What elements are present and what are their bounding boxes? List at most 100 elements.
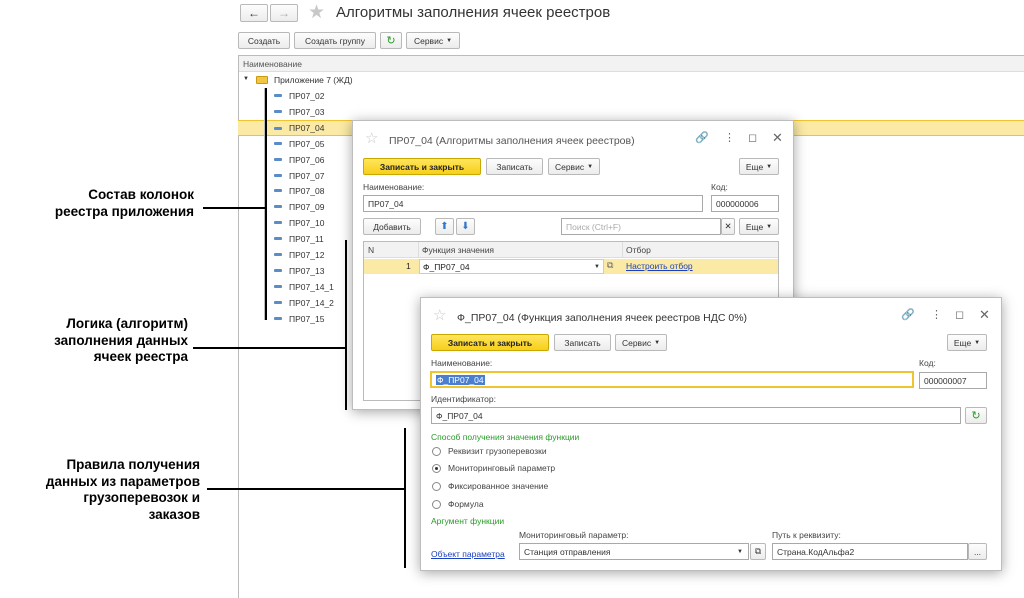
list-item-label: ПР07_14_2: [289, 297, 334, 308]
arrow-down-icon: ⬇: [461, 221, 470, 232]
ellipsis-icon: ...: [973, 546, 982, 557]
move-down-button[interactable]: ⬇: [456, 218, 475, 235]
radio-transport-attribute[interactable]: [432, 447, 441, 456]
parameter-object-link[interactable]: Объект параметра: [431, 549, 505, 559]
link-icon[interactable]: 🔗: [901, 308, 915, 321]
list-item-label: ПР07_14_1: [289, 281, 334, 292]
refresh-button[interactable]: ↻: [380, 32, 402, 49]
chevron-down-icon: ▼: [587, 163, 594, 170]
open-icon[interactable]: ⧉: [607, 260, 613, 271]
col-filter[interactable]: Отбор: [626, 245, 651, 255]
path-select-button[interactable]: ...: [968, 543, 987, 560]
chevron-down-icon[interactable]: ▼: [737, 549, 743, 555]
name-field[interactable]: ПР07_04: [363, 195, 703, 212]
close-icon[interactable]: ✕: [979, 307, 990, 323]
save-button[interactable]: Записать: [554, 334, 611, 351]
chevron-down-icon[interactable]: ▼: [594, 264, 600, 270]
dialog-function: ☆ Ф_ПР07_04 (Функция заполнения ячеек ре…: [420, 297, 1002, 571]
name-field[interactable]: Ф_ПР07_04: [430, 371, 914, 388]
favorite-star-icon[interactable]: ☆: [365, 129, 378, 147]
open-parameter-button[interactable]: ⧉: [750, 543, 766, 560]
more-vertical-icon[interactable]: ⋮: [724, 131, 735, 144]
maximize-icon[interactable]: ◻: [748, 131, 757, 144]
arrow-left-icon: ←: [248, 6, 260, 20]
caption-rules-line: [207, 488, 406, 490]
item-marker-icon: [274, 189, 282, 193]
service-menu-button[interactable]: Сервис ▼: [548, 158, 600, 175]
favorite-star-icon[interactable]: ☆: [433, 306, 446, 324]
back-button[interactable]: ←: [240, 4, 268, 22]
forward-button[interactable]: →: [270, 4, 298, 22]
search-input[interactable]: Поиск (Ctrl+F): [561, 218, 721, 235]
item-marker-icon: [274, 173, 282, 177]
dialog-title: ПР07_04 (Алгоритмы заполнения ячеек реес…: [389, 135, 635, 147]
col-n[interactable]: N: [368, 245, 374, 255]
radio-fixed-value[interactable]: [432, 482, 441, 491]
link-icon[interactable]: 🔗: [695, 131, 709, 144]
list-item[interactable]: ПР07_03: [238, 104, 1024, 120]
item-marker-icon: [274, 157, 282, 161]
tree-group-row[interactable]: ▼ Приложение 7 (ЖД): [238, 72, 1024, 88]
caption-columns-bracket: [265, 88, 267, 320]
regenerate-button[interactable]: ↻: [965, 407, 987, 424]
function-cell[interactable]: Ф_ПР07_04 ▼: [419, 259, 604, 274]
save-and-close-button[interactable]: Записать и закрыть: [431, 334, 549, 351]
arrow-right-icon: →: [278, 6, 290, 20]
code-field[interactable]: 000000007: [919, 372, 987, 389]
save-button[interactable]: Записать: [486, 158, 543, 175]
path-field[interactable]: Страна.КодАльфа2: [772, 543, 968, 560]
caption-logic-line: [193, 347, 347, 349]
monitoring-parameter-field[interactable]: Станция отправления ▼: [519, 543, 749, 560]
chevron-down-icon: ▼: [446, 37, 453, 44]
table-row[interactable]: 1 Ф_ПР07_04 ▼ ⧉ Настроить отбор: [364, 259, 778, 274]
argument-section-label: Аргумент функции: [431, 516, 505, 526]
column-header[interactable]: Наименование: [239, 56, 1024, 72]
item-marker-icon: [274, 141, 282, 145]
code-field[interactable]: 000000006: [711, 195, 779, 212]
list-item-label: ПР07_06: [289, 154, 325, 165]
col-function[interactable]: Функция значения: [422, 245, 494, 255]
service-menu-button[interactable]: Сервис ▼: [406, 32, 460, 49]
more-button-table[interactable]: Еще ▼: [739, 218, 779, 235]
item-marker-icon: [274, 300, 282, 304]
configure-filter-link[interactable]: Настроить отбор: [626, 261, 693, 271]
chevron-down-icon: ▼: [974, 339, 981, 346]
radio-formula[interactable]: [432, 500, 441, 509]
close-icon[interactable]: ✕: [772, 130, 783, 146]
list-item-label: ПР07_07: [289, 170, 325, 181]
clear-search-button[interactable]: ✕: [721, 218, 735, 235]
table-header: N Функция значения Отбор: [364, 242, 778, 258]
save-and-close-button[interactable]: Записать и закрыть: [363, 158, 481, 175]
list-item-label: ПР07_04: [289, 122, 325, 133]
list-item[interactable]: ПР07_02: [238, 88, 1024, 104]
create-button[interactable]: Создать: [238, 32, 290, 49]
folder-icon: [256, 76, 268, 84]
document-refresh-icon: ↻: [386, 35, 396, 47]
close-icon: ✕: [724, 221, 732, 231]
more-vertical-icon[interactable]: ⋮: [931, 308, 942, 321]
caption-logic: Логика (алгоритм) заполнения данных ячее…: [54, 316, 188, 364]
item-marker-icon: [274, 94, 282, 97]
chevron-down-icon: ▼: [766, 223, 773, 230]
add-button[interactable]: Добавить: [363, 218, 421, 235]
create-group-button[interactable]: Создать группу: [294, 32, 376, 49]
page-title: Алгоритмы заполнения ячеек реестров: [336, 4, 611, 21]
list-item-label: ПР07_03: [289, 106, 325, 117]
option-label: Формула: [448, 499, 484, 509]
list-item-label: ПР07_10: [289, 218, 325, 229]
more-button[interactable]: Еще ▼: [739, 158, 779, 175]
option-label: Мониторинговый параметр: [448, 463, 556, 473]
more-button[interactable]: Еще ▼: [947, 334, 987, 351]
item-marker-icon: [274, 221, 282, 225]
move-up-button[interactable]: ⬆: [435, 218, 454, 235]
favorite-star-icon[interactable]: ★: [308, 1, 325, 24]
list-item-label: ПР07_15: [289, 313, 325, 324]
service-menu-button[interactable]: Сервис ▼: [615, 334, 667, 351]
identifier-field[interactable]: Ф_ПР07_04: [431, 407, 961, 424]
item-marker-icon: [274, 205, 282, 209]
list-item-label: ПР07_05: [289, 138, 325, 149]
item-marker-icon: [274, 237, 282, 241]
maximize-icon[interactable]: ◻: [955, 308, 964, 321]
radio-monitoring-parameter[interactable]: [432, 464, 441, 473]
item-marker-icon: [274, 126, 282, 130]
